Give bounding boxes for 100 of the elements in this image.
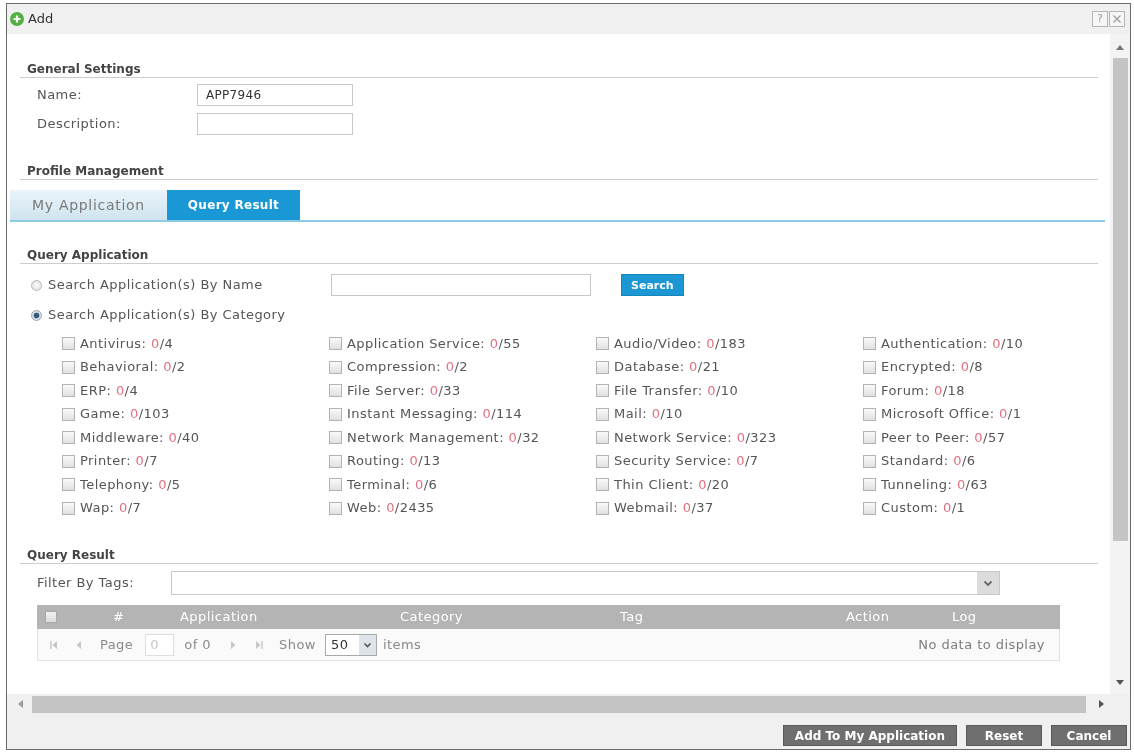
caret-right-icon[interactable] [1099, 700, 1104, 708]
tags-dropdown[interactable] [171, 571, 1000, 595]
section-heading: General Settings [20, 61, 1098, 78]
chevron-down-icon[interactable] [977, 572, 999, 594]
checkbox-label: Behavioral: 0/2 [80, 359, 186, 376]
checkbox[interactable] [62, 337, 75, 351]
checkbox[interactable] [863, 360, 876, 374]
checkbox-label: Instant Messaging: 0/114 [347, 406, 523, 423]
checkbox-label: Compression: 0/2 [347, 359, 469, 376]
empty-table-message: No data to display [918, 636, 1045, 653]
previous-page-icon[interactable] [75, 639, 83, 650]
text-field[interactable]: APP7946 [197, 84, 353, 106]
checkbox[interactable] [596, 454, 609, 468]
column-header: Log [952, 608, 978, 626]
reset-button[interactable]: Reset [966, 725, 1042, 746]
caret-left-icon[interactable] [18, 700, 23, 708]
tab[interactable]: My Application [10, 190, 167, 220]
checkbox[interactable] [596, 337, 609, 351]
checkbox[interactable] [62, 431, 75, 445]
scrollbar-thumb[interactable] [32, 695, 1086, 713]
checkbox-label: Network Management: 0/32 [347, 429, 540, 446]
checkbox-label: Database: 0/21 [614, 359, 721, 376]
first-page-icon[interactable] [50, 639, 58, 650]
checkbox[interactable] [329, 407, 342, 421]
checkbox-label: Tunneling: 0/63 [881, 476, 988, 493]
search-field[interactable] [331, 274, 591, 296]
checkbox-label: Microsoft Office: 0/1 [881, 406, 1022, 423]
checkbox-label: Authentication: 0/10 [881, 335, 1024, 352]
checkbox-label: Wap: 0/7 [80, 500, 142, 517]
checkbox[interactable] [596, 360, 609, 374]
search-button[interactable]: Search [621, 274, 684, 296]
section-heading: Profile Management [20, 163, 1098, 180]
checkbox-label: Webmail: 0/37 [614, 500, 714, 517]
caret-up-icon[interactable] [1116, 45, 1124, 50]
checkbox[interactable] [329, 360, 342, 374]
add-icon [10, 12, 24, 26]
checkbox-label: Mail: 0/10 [614, 406, 683, 423]
checkbox-label: Encrypted: 0/8 [881, 359, 983, 376]
checkbox[interactable] [329, 384, 342, 398]
checkbox[interactable] [863, 454, 876, 468]
checkbox-label: Antivirus: 0/4 [80, 335, 174, 352]
checkbox[interactable] [62, 501, 75, 515]
checkbox-label: Standard: 0/6 [881, 453, 976, 470]
checkbox[interactable] [863, 501, 876, 515]
page-count-label: of 0 [184, 636, 211, 653]
checkbox[interactable] [863, 478, 876, 492]
close-icon [1113, 15, 1121, 23]
checkbox[interactable] [863, 431, 876, 445]
cancel-button[interactable]: Cancel [1051, 725, 1127, 746]
radio-label: Search Application(s) By Category [48, 307, 286, 323]
checkbox[interactable] [329, 337, 342, 351]
checkbox-label: ERP: 0/4 [80, 382, 139, 399]
checkbox[interactable] [596, 431, 609, 445]
scrollbar-thumb[interactable] [1112, 58, 1128, 541]
checkbox-label: Terminal: 0/6 [347, 476, 438, 493]
field-label: Description: [37, 116, 122, 132]
checkbox[interactable] [62, 478, 75, 492]
column-header: # [113, 608, 126, 626]
radio-button[interactable] [31, 309, 42, 321]
checkbox-label: Game: 0/103 [80, 406, 170, 423]
add-to-application-button[interactable]: Add To My Application [782, 725, 957, 746]
checkbox-label: Forum: 0/18 [881, 382, 965, 399]
checkbox[interactable] [62, 360, 75, 374]
checkbox-label: Web: 0/2435 [347, 500, 435, 517]
column-header: Tag [620, 608, 645, 626]
checkbox[interactable] [863, 384, 876, 398]
checkbox-label: Printer: 0/7 [80, 453, 158, 470]
checkbox[interactable] [596, 407, 609, 421]
column-header: Category [400, 608, 464, 626]
page-size-dropdown[interactable]: 50 [324, 633, 377, 656]
window-title: Add [28, 11, 54, 27]
close-button[interactable] [1109, 11, 1125, 27]
checkbox[interactable] [329, 431, 342, 445]
checkbox[interactable] [596, 478, 609, 492]
help-button[interactable]: ? [1092, 11, 1108, 27]
checkbox[interactable] [62, 454, 75, 468]
checkbox[interactable] [329, 501, 342, 515]
field-label: Filter By Tags: [37, 575, 135, 591]
caret-down-icon[interactable] [1116, 680, 1124, 685]
checkbox[interactable] [62, 407, 75, 421]
checkbox-label: Telephony: 0/5 [80, 476, 181, 493]
section-heading: Query Result [20, 547, 1098, 564]
column-header: Application [180, 608, 259, 626]
checkbox[interactable] [863, 407, 876, 421]
checkbox[interactable] [596, 384, 609, 398]
select-all-checkbox[interactable] [45, 611, 57, 623]
tab[interactable]: Query Result [166, 190, 301, 220]
next-page-icon[interactable] [229, 639, 237, 650]
checkbox-label: File Server: 0/33 [347, 382, 461, 399]
checkbox[interactable] [596, 501, 609, 515]
last-page-icon[interactable] [255, 639, 263, 650]
text-field[interactable] [197, 113, 353, 135]
checkbox-label: Routing: 0/13 [347, 453, 441, 470]
radio-button[interactable] [31, 279, 42, 291]
checkbox[interactable] [329, 454, 342, 468]
checkbox[interactable] [863, 337, 876, 351]
checkbox[interactable] [62, 384, 75, 398]
checkbox-label: Middleware: 0/40 [80, 429, 200, 446]
checkbox-label: Peer to Peer: 0/57 [881, 429, 1006, 446]
checkbox[interactable] [329, 478, 342, 492]
